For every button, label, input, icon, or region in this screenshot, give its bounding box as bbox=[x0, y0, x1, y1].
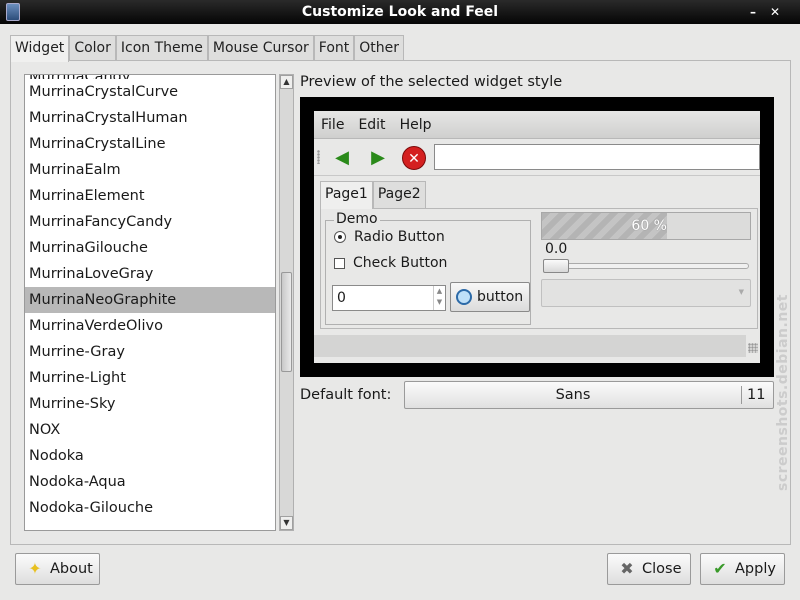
star-icon: ✦ bbox=[28, 559, 42, 578]
preview-tab-page1[interactable]: Page1 bbox=[320, 181, 373, 209]
forward-arrow-icon[interactable]: ▶ bbox=[366, 146, 390, 170]
tab-color[interactable]: Color bbox=[69, 35, 116, 61]
radio-dot-icon bbox=[334, 231, 346, 243]
progress-bar: 60 % bbox=[541, 212, 751, 240]
preview-tab-page2[interactable]: Page2 bbox=[372, 181, 426, 208]
check-button[interactable]: Check Button bbox=[334, 255, 447, 271]
preview-menubar: File Edit Help bbox=[314, 111, 760, 139]
tab-widget[interactable]: Widget bbox=[10, 35, 70, 62]
menu-edit[interactable]: Edit bbox=[351, 111, 392, 138]
theme-list[interactable]: MurrinaCandy MurrinaCrystalCurve Murrina… bbox=[24, 74, 276, 531]
preview-toolbar: ◀ ▶ ✕ bbox=[314, 140, 760, 176]
preview-button-label: button bbox=[477, 289, 524, 305]
spin-value: 0 bbox=[337, 290, 346, 306]
stop-icon[interactable]: ✕ bbox=[402, 146, 426, 170]
window-title: Customize Look and Feel bbox=[301, 4, 499, 20]
scale-value: 0.0 bbox=[545, 241, 568, 257]
back-arrow-icon[interactable]: ◀ bbox=[330, 146, 354, 170]
checkbox-icon bbox=[334, 257, 345, 269]
close-icon: ✖ bbox=[620, 559, 634, 578]
watermark: screenshots.debian.net bbox=[775, 294, 791, 491]
scrollbar-thumb[interactable] bbox=[281, 272, 292, 372]
preview-tabs: Page1 Page2 bbox=[320, 181, 426, 209]
preview-frame: File Edit Help ◀ ▶ ✕ Page1 Page2 Demo Ra… bbox=[300, 97, 774, 377]
list-item[interactable]: NOX bbox=[25, 417, 275, 443]
tab-font[interactable]: Font bbox=[313, 35, 355, 61]
preview-window: File Edit Help ◀ ▶ ✕ Page1 Page2 Demo Ra… bbox=[314, 111, 760, 363]
spin-button[interactable]: 0 ▲ ▼ bbox=[332, 285, 446, 311]
font-chooser-button[interactable]: Sans 11 bbox=[404, 381, 774, 409]
slider-knob[interactable] bbox=[543, 259, 569, 273]
default-font-label: Default font: bbox=[300, 387, 392, 403]
list-item[interactable]: MurrinaFancyCandy bbox=[25, 209, 275, 235]
list-item[interactable]: Nodoka bbox=[25, 443, 275, 469]
list-item[interactable]: Nodoka-Aqua bbox=[25, 469, 275, 495]
check-icon: ✔ bbox=[713, 559, 727, 578]
list-item[interactable]: MurrinaGilouche bbox=[25, 235, 275, 261]
font-size: 11 bbox=[747, 387, 766, 403]
list-item[interactable]: MurrinaElement bbox=[25, 183, 275, 209]
list-item[interactable]: MurrinaEalm bbox=[25, 157, 275, 183]
demo-frame: Demo Radio Button Check Button 0 ▲ ▼ but… bbox=[325, 211, 531, 325]
menu-file[interactable]: File bbox=[314, 111, 351, 138]
widget-page: MurrinaCandy MurrinaCrystalCurve Murrina… bbox=[10, 60, 791, 545]
list-item[interactable]: Murrine-Light bbox=[25, 365, 275, 391]
apply-button[interactable]: ✔ Apply bbox=[700, 553, 785, 585]
radio-label: Radio Button bbox=[354, 229, 445, 245]
resize-grip-icon[interactable] bbox=[748, 343, 758, 353]
close-button[interactable]: ✖ Close bbox=[607, 553, 691, 585]
scroll-up-arrow-icon[interactable]: ▲ bbox=[280, 75, 293, 89]
tab-bar: Widget Color Icon Theme Mouse Cursor Fon… bbox=[10, 35, 405, 62]
list-item[interactable]: Murrine-Sky bbox=[25, 391, 275, 417]
combo-box[interactable]: ▼ bbox=[541, 279, 751, 307]
list-item[interactable]: Nodoka-Gilouche bbox=[25, 495, 275, 521]
minimize-button[interactable]: – bbox=[745, 4, 761, 20]
about-label: About bbox=[50, 561, 93, 577]
progress-text: 60 % bbox=[631, 218, 667, 234]
tab-other[interactable]: Other bbox=[354, 35, 405, 61]
apply-label: Apply bbox=[735, 561, 776, 577]
preview-button[interactable]: button bbox=[450, 282, 530, 312]
spin-arrows-icon[interactable]: ▲ ▼ bbox=[433, 286, 445, 310]
list-item[interactable]: MurrinaLoveGray bbox=[25, 261, 275, 287]
preview-entry[interactable] bbox=[434, 144, 760, 170]
preview-label: Preview of the selected widget style bbox=[300, 74, 563, 90]
app-icon bbox=[6, 3, 20, 21]
scale-slider[interactable] bbox=[543, 259, 749, 273]
scroll-down-arrow-icon[interactable]: ▼ bbox=[280, 516, 293, 530]
demo-frame-title: Demo bbox=[334, 211, 380, 227]
font-separator bbox=[741, 386, 742, 404]
list-item[interactable]: MurrinaCrystalHuman bbox=[25, 105, 275, 131]
close-label: Close bbox=[642, 561, 682, 577]
tab-icon-theme[interactable]: Icon Theme bbox=[115, 35, 208, 61]
list-item[interactable]: MurrinaVerdeOlivo bbox=[25, 313, 275, 339]
menu-help[interactable]: Help bbox=[393, 111, 439, 138]
check-label: Check Button bbox=[353, 255, 448, 271]
list-item-selected[interactable]: MurrinaNeoGraphite bbox=[25, 287, 275, 313]
list-item[interactable]: Murrine-Gray bbox=[25, 339, 275, 365]
theme-list-scrollbar[interactable]: ▲ ▼ bbox=[279, 74, 294, 531]
list-item[interactable]: MurrinaCrystalCurve bbox=[25, 79, 275, 105]
font-name: Sans bbox=[555, 387, 591, 403]
title-bar: Customize Look and Feel – ✕ bbox=[0, 0, 800, 24]
chevron-down-icon: ▼ bbox=[738, 288, 744, 296]
about-button[interactable]: ✦ About bbox=[15, 553, 100, 585]
preview-statusbar bbox=[314, 335, 746, 357]
radio-button[interactable]: Radio Button bbox=[334, 229, 445, 245]
tab-mouse-cursor[interactable]: Mouse Cursor bbox=[207, 35, 314, 61]
toolbar-grip-icon bbox=[317, 150, 320, 164]
magnifier-icon bbox=[456, 289, 472, 305]
close-window-button[interactable]: ✕ bbox=[767, 4, 783, 20]
preview-page: Demo Radio Button Check Button 0 ▲ ▼ but… bbox=[320, 208, 758, 329]
list-item[interactable]: MurrinaCrystalLine bbox=[25, 131, 275, 157]
